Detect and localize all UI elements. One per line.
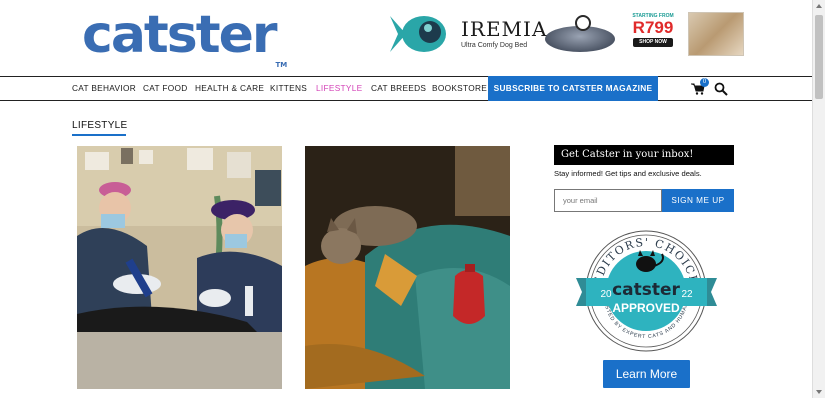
title-underline — [72, 134, 126, 136]
iremia-ad-banner[interactable]: IREMIA Ultra Comfy Dog Bed STARTING FROM… — [388, 12, 744, 56]
email-field[interactable] — [554, 189, 662, 212]
page-title: LIFESTYLE — [72, 120, 128, 131]
site-header: catsterTM IREMIA Ultra Comfy Dog Bed STA… — [0, 0, 812, 76]
article-image-vet[interactable] — [77, 146, 282, 389]
ad-price: R799 — [632, 18, 674, 37]
vet-scene-image — [77, 146, 282, 389]
catster-logo[interactable]: catsterTM — [82, 5, 287, 69]
dog-image — [575, 15, 591, 31]
nav-item-cat-behavior[interactable]: CAT BEHAVIOR — [72, 77, 136, 100]
newsletter-description: Stay informed! Get tips and exclusive de… — [554, 169, 702, 178]
nav-item-lifestyle[interactable]: LIFESTYLE — [316, 77, 363, 100]
badge-approved: APPROVED — [612, 301, 680, 315]
cat-blanket-image — [305, 146, 510, 389]
sign-me-up-button[interactable]: SIGN ME UP — [662, 189, 734, 212]
ad-photo — [688, 12, 744, 56]
page-scrollbar[interactable] — [812, 0, 825, 398]
ad-brand: IREMIA — [461, 17, 548, 41]
nav-item-cat-breeds[interactable]: CAT BREEDS — [371, 77, 426, 100]
nav-item-cat-food[interactable]: CAT FOOD — [143, 77, 188, 100]
shop-now-button[interactable]: SHOP NOW — [633, 38, 673, 47]
nav-item-bookstore[interactable]: BOOKSTORE — [432, 77, 487, 100]
nav-item-health-care[interactable]: HEALTH & CARE — [195, 77, 264, 100]
badge-year-right: 22 — [681, 289, 693, 300]
fish-logo-icon — [390, 16, 446, 52]
main-nav: CAT BEHAVIOR CAT FOOD HEALTH & CARE KITT… — [0, 76, 812, 101]
nav-item-kittens[interactable]: KITTENS — [270, 77, 307, 100]
scroll-up-arrow-icon[interactable] — [816, 4, 822, 8]
badge-brand: catster — [612, 280, 680, 300]
cart-count-badge: 0 — [700, 78, 709, 87]
ad-price-box: STARTING FROM R799 SHOP NOW — [631, 13, 675, 55]
ad-tagline: Ultra Comfy Dog Bed — [461, 42, 528, 49]
scrollbar-thumb[interactable] — [815, 15, 823, 99]
badge-year-left: 20 — [600, 289, 612, 300]
editors-choice-badge: EDITORS' CHOICE TESTED BY EXPERT CATS AN… — [574, 226, 719, 356]
subscribe-button[interactable]: SUBSCRIBE TO CATSTER MAGAZINE — [488, 76, 658, 101]
scroll-down-arrow-icon[interactable] — [816, 390, 822, 394]
newsletter-title: Get Catster in your inbox! — [554, 145, 734, 165]
learn-more-button[interactable]: Learn More — [603, 360, 690, 388]
trademark-mark: TM — [275, 61, 288, 69]
article-image-cat[interactable] — [305, 146, 510, 389]
search-icon[interactable] — [714, 82, 728, 96]
